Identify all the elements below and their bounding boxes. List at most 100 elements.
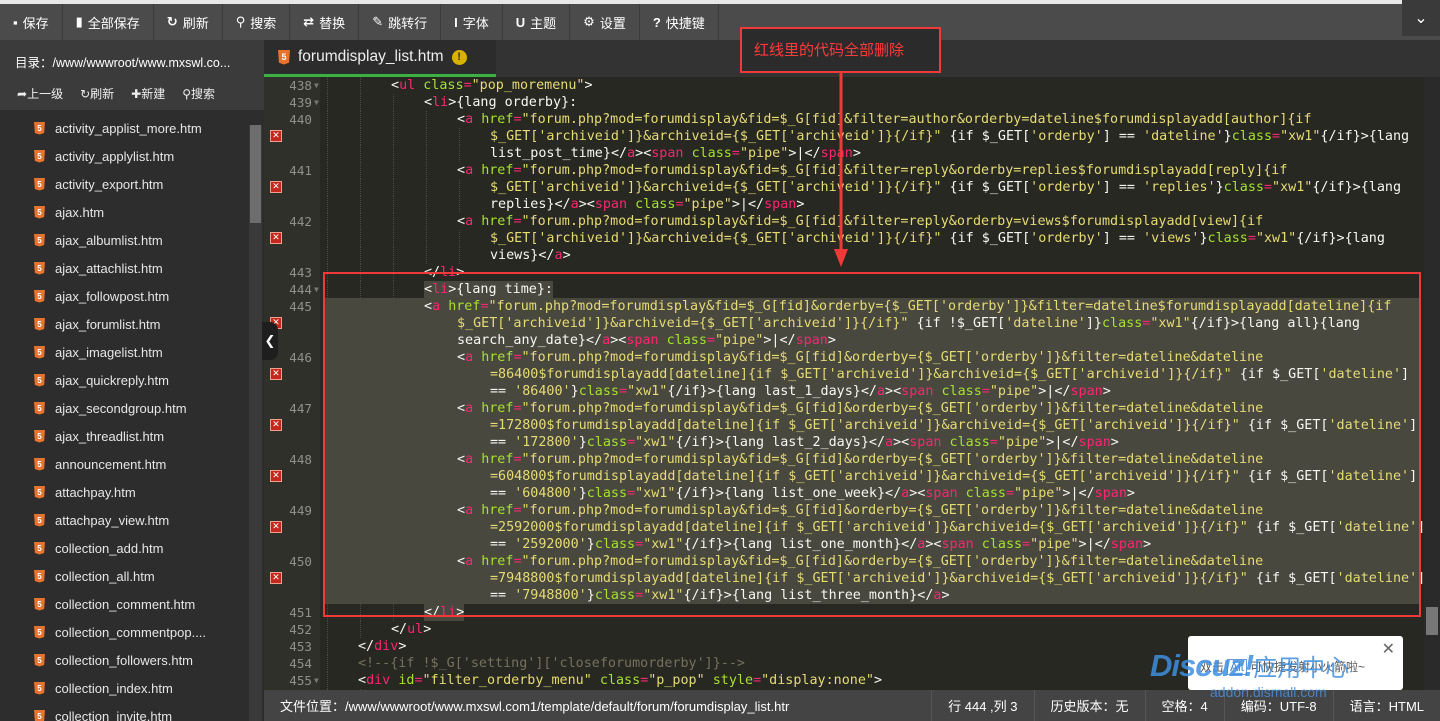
indent-guide xyxy=(459,417,460,434)
file-list-item[interactable]: 5 ajax_albumlist.htm xyxy=(0,226,264,254)
refresh-icon: ↻ xyxy=(80,87,91,101)
error-marker-icon[interactable]: ✕ xyxy=(270,470,282,482)
plus-icon: ✚ xyxy=(131,87,142,101)
encoding[interactable]: 编码：UTF-8 xyxy=(1223,690,1333,721)
line-number: 449 xyxy=(289,503,312,518)
toolbar-button-2[interactable]: ↻ 刷新 xyxy=(154,4,223,40)
code-row: == '2592000'}class="xw1"{/if}>{lang list… xyxy=(323,536,1421,553)
indent-guide xyxy=(360,417,361,434)
tab-forumdisplay-list[interactable]: 5 forumdisplay_list.htm ! xyxy=(264,40,496,77)
sidebar-scrollbar[interactable] xyxy=(249,125,262,721)
indent-guide xyxy=(426,213,427,230)
file-list-item[interactable]: 5 announcement.htm xyxy=(0,450,264,478)
file-list-item[interactable]: 5 collection_commentpop.... xyxy=(0,618,264,646)
code-row: ✕ =604800$forumdisplayadd[dateline]{if $_… xyxy=(270,468,1421,485)
code-text: $_GET['archiveid']}&archiveid={$_GET['ar… xyxy=(490,231,1385,246)
indent-guide xyxy=(393,604,394,621)
indent-guide xyxy=(459,247,460,264)
indent-guide xyxy=(327,162,328,179)
toolbar-button-7[interactable]: U 主题 xyxy=(503,4,571,40)
code-text: views}</a> xyxy=(490,248,571,263)
cursor-position[interactable]: 行 444 ,列 3 xyxy=(931,690,1033,721)
language-mode[interactable]: 语言：HTML xyxy=(1332,690,1440,721)
toolbar-button-label: 跳转行 xyxy=(388,15,428,31)
fold-arrow-icon[interactable]: ▼ xyxy=(314,94,319,111)
code-text: replies}</a><span class="pipe">|</span> xyxy=(490,197,805,212)
file-list-item[interactable]: 5 ajax_followpost.htm xyxy=(0,282,264,310)
code-text: =172800$forumdisplayadd[dateline]{if $_G… xyxy=(490,418,1418,433)
file-name: ajax_quickreply.htm xyxy=(55,372,169,388)
file-list-item[interactable]: 5 collection_comment.htm xyxy=(0,590,264,618)
toolbar-button-1[interactable]: ▮ 全部保存 xyxy=(63,4,154,40)
toolbar-button-label: 设置 xyxy=(599,15,626,31)
editor-scrollbar-thumb[interactable] xyxy=(1426,607,1438,635)
file-list-item[interactable]: 5 attachpay.htm xyxy=(0,478,264,506)
close-icon[interactable]: ✕ xyxy=(1382,639,1395,659)
toolbar-button-3[interactable]: ⚲ 搜索 xyxy=(223,4,291,40)
file-list-item[interactable]: 5 collection_invite.htm xyxy=(0,702,264,721)
indent-guide xyxy=(360,196,361,213)
toolbar-more-button[interactable]: ⌄ xyxy=(1402,0,1440,36)
toolbar-button-4[interactable]: ⇄ 替换 xyxy=(290,4,360,40)
file-list-item[interactable]: 5 activity_export.htm xyxy=(0,170,264,198)
fold-arrow-icon[interactable]: ▼ xyxy=(314,672,319,689)
file-list-item[interactable]: 5 collection_followers.htm xyxy=(0,646,264,674)
sidebar-action-1[interactable]: ↻刷新 xyxy=(80,85,114,102)
file-list-item[interactable]: 5 attachpay_view.htm xyxy=(0,506,264,534)
error-marker-icon[interactable]: ✕ xyxy=(270,572,282,584)
error-marker-icon[interactable]: ✕ xyxy=(270,419,282,431)
indent-guide xyxy=(360,111,361,128)
line-number: 445 xyxy=(289,299,312,314)
file-list-item[interactable]: 5 collection_add.htm xyxy=(0,534,264,562)
sidebar-action-2[interactable]: ✚新建 xyxy=(131,85,165,102)
sidebar-scrollbar-thumb[interactable] xyxy=(250,125,261,223)
sidebar-action-label: 新建 xyxy=(141,87,166,101)
toolbar-button-8[interactable]: ⚙ 设置 xyxy=(570,4,640,40)
file-list-item[interactable]: 5 ajax_secondgroup.htm xyxy=(0,394,264,422)
editor-scrollbar[interactable] xyxy=(1424,77,1440,690)
indent-guide xyxy=(393,417,394,434)
file-list-item[interactable]: 5 collection_index.htm xyxy=(0,674,264,702)
code-text: list_post_time}</a><span class="pipe">|<… xyxy=(490,146,861,161)
code-row: search_any_date}</a><span class="pipe">|… xyxy=(323,332,1421,349)
code-text: <a href="forum.php?mod=forumdisplay&fid=… xyxy=(457,163,1288,178)
file-list-item[interactable]: 5 collection_all.htm xyxy=(0,562,264,590)
file-list-item[interactable]: 5 ajax_quickreply.htm xyxy=(0,366,264,394)
error-marker-icon[interactable]: ✕ xyxy=(270,368,282,380)
file-list-item[interactable]: 5 ajax_forumlist.htm xyxy=(0,310,264,338)
fold-arrow-icon[interactable]: ▼ xyxy=(314,281,319,298)
error-marker-icon[interactable]: ✕ xyxy=(270,521,282,533)
code-text: == '7948800'}class="xw1"{/if}>{lang list… xyxy=(490,588,950,603)
file-list-item[interactable]: 5 ajax_imagelist.htm xyxy=(0,338,264,366)
indent-guide xyxy=(393,213,394,230)
toolbar-button-label: 字体 xyxy=(462,15,489,31)
history-version[interactable]: 历史版本：无 xyxy=(1033,690,1145,721)
fold-arrow-icon[interactable]: ▼ xyxy=(314,77,319,94)
code-text: $_GET['archiveid']}&archiveid={$_GET['ar… xyxy=(490,180,1402,195)
indent-spaces[interactable]: 空格：4 xyxy=(1144,690,1224,721)
error-marker-icon[interactable]: ✕ xyxy=(270,130,282,142)
chevron-left-icon: ❮ xyxy=(264,333,276,348)
indent-guide xyxy=(393,315,394,332)
file-list-item[interactable]: 5 activity_applylist.htm xyxy=(0,142,264,170)
warning-icon[interactable]: ! xyxy=(451,49,467,65)
error-marker-icon[interactable]: ✕ xyxy=(270,181,282,193)
code-text: <!--{if !$_G['setting']['closeforumorder… xyxy=(358,656,745,671)
error-marker-icon[interactable]: ✕ xyxy=(270,232,282,244)
toolbar-button-9[interactable]: ? 快捷键 xyxy=(640,4,719,40)
toolbar-button-6[interactable]: I 字体 xyxy=(441,4,503,40)
file-list-item[interactable]: 5 activity_applist_more.htm xyxy=(0,114,264,142)
indent-guide xyxy=(459,536,460,553)
tip-prefix: 双击 xyxy=(1200,660,1225,674)
file-name: ajax_secondgroup.htm xyxy=(55,400,187,416)
line-number: 447 xyxy=(289,401,312,416)
file-list-item[interactable]: 5 ajax.htm xyxy=(0,198,264,226)
sidebar-action-0[interactable]: ➦上一级 xyxy=(17,85,63,102)
indent-guide xyxy=(426,366,427,383)
file-list-item[interactable]: 5 ajax_threadlist.htm xyxy=(0,422,264,450)
toolbar-button-0[interactable]: ▪ 保存 xyxy=(0,4,63,40)
file-list-item[interactable]: 5 ajax_attachlist.htm xyxy=(0,254,264,282)
toolbar-button-5[interactable]: ✎ 跳转行 xyxy=(359,4,442,40)
sidebar-action-3[interactable]: ⚲搜索 xyxy=(182,85,215,102)
collapse-sidebar-button[interactable]: ❮ xyxy=(262,322,278,360)
